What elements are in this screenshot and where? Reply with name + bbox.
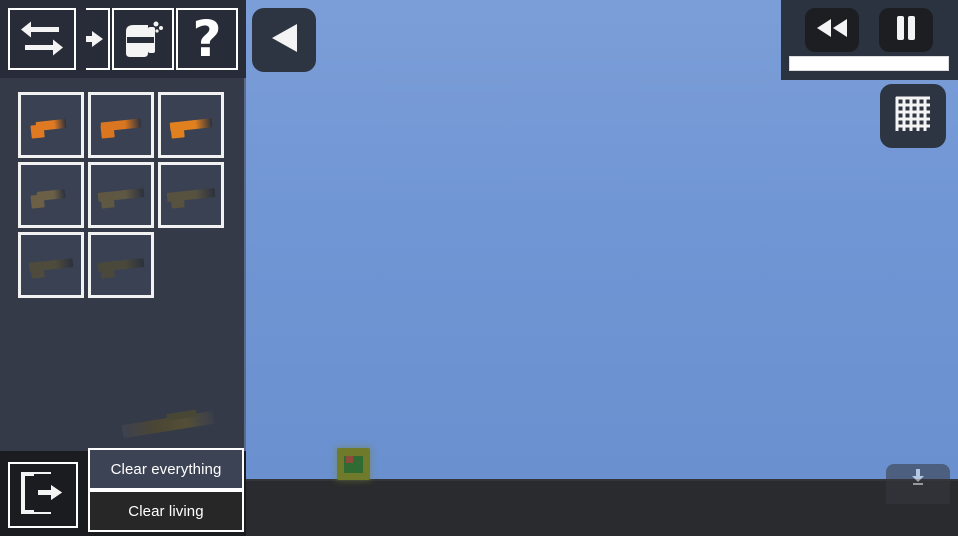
grid-icon xyxy=(893,94,933,139)
exit-button[interactable] xyxy=(8,462,78,528)
speed-slider[interactable] xyxy=(789,56,949,71)
next-tool-button[interactable] xyxy=(86,8,110,70)
triangle-left-icon xyxy=(269,22,299,59)
dropped-launcher[interactable] xyxy=(121,409,215,439)
weapon-grid xyxy=(18,92,240,298)
back-button[interactable] xyxy=(252,8,316,72)
weapon-grip xyxy=(100,124,115,139)
speed-slider-fill xyxy=(790,57,948,70)
playback-controls xyxy=(781,0,958,80)
question-mark-icon: ? xyxy=(192,10,222,68)
weapon-grip xyxy=(100,194,115,209)
pause-icon xyxy=(895,15,917,46)
grid-toggle-button[interactable] xyxy=(880,84,946,148)
weapon-grip xyxy=(170,194,185,209)
weapon-slot-rifle[interactable] xyxy=(18,162,84,228)
rewind-icon xyxy=(815,18,849,43)
weapon-slot-shotgun[interactable] xyxy=(158,92,224,158)
weapon-slot-lmg[interactable] xyxy=(88,232,154,298)
entity-marking xyxy=(346,456,353,463)
clear-living-button[interactable]: Clear living xyxy=(90,492,242,530)
spray-can-icon xyxy=(122,17,164,61)
game-screen: ? Clear everything Clear living xyxy=(0,0,958,536)
weapon-grip xyxy=(30,264,45,279)
download-button[interactable] xyxy=(886,464,950,504)
weapon-slot-pistol[interactable] xyxy=(18,92,84,158)
launcher-barrel xyxy=(166,409,198,422)
left-sidebar: ? Clear everything Clear living xyxy=(0,0,246,536)
pause-button[interactable] xyxy=(879,8,933,52)
swap-arrows-icon xyxy=(19,18,65,60)
download-icon xyxy=(911,469,925,490)
swap-tool-button[interactable] xyxy=(8,8,76,70)
weapon-grip xyxy=(170,124,185,139)
spawned-entity[interactable] xyxy=(337,448,370,480)
weapon-slot-carbine[interactable] xyxy=(18,232,84,298)
help-tool-button[interactable]: ? xyxy=(176,8,238,70)
exit-door-icon xyxy=(20,471,66,520)
rewind-button[interactable] xyxy=(805,8,859,52)
weapon-slot-smg[interactable] xyxy=(88,92,154,158)
weapon-grip xyxy=(30,124,45,139)
sidebar-toolbar: ? xyxy=(0,0,246,78)
clear-panel: Clear everything Clear living xyxy=(88,448,244,532)
paint-tool-button[interactable] xyxy=(112,8,174,70)
weapon-grip xyxy=(30,194,45,209)
arrow-right-icon xyxy=(86,27,105,51)
weapon-slot-sniper[interactable] xyxy=(158,162,224,228)
weapon-grip xyxy=(100,264,115,279)
clear-everything-button[interactable]: Clear everything xyxy=(90,450,242,488)
weapon-slot-assault-rifle[interactable] xyxy=(88,162,154,228)
